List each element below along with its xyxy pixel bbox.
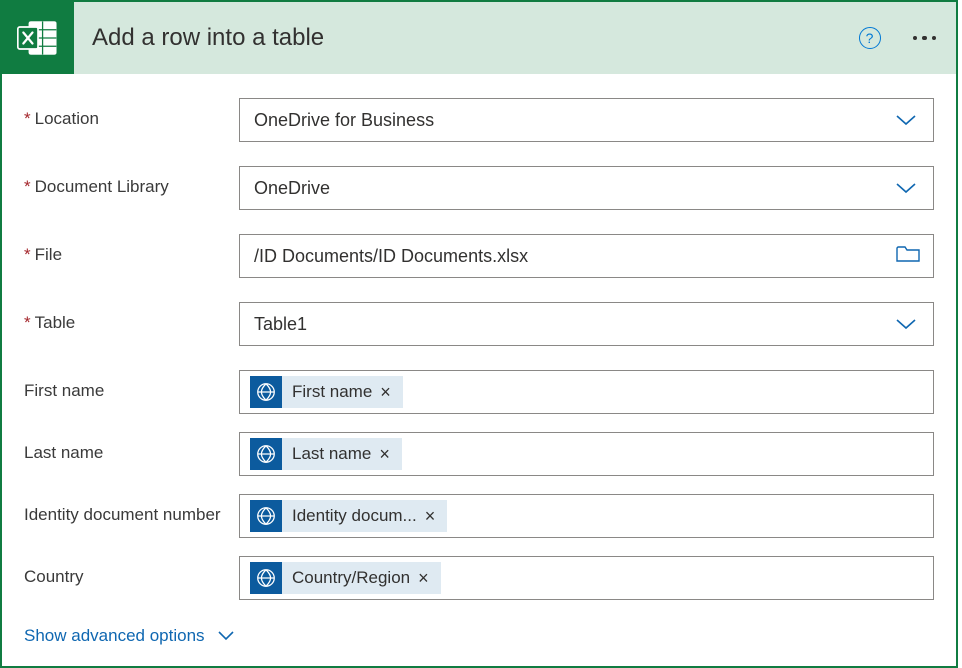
help-icon[interactable]: ? [859, 27, 881, 49]
dynamic-token: First name × [250, 376, 403, 408]
table-select[interactable]: Table1 [239, 302, 934, 346]
token-remove-icon[interactable]: × [377, 444, 392, 465]
dynamic-token: Last name × [250, 438, 402, 470]
ai-model-icon [250, 562, 282, 594]
token-remove-icon[interactable]: × [423, 506, 438, 527]
card-title: Add a row into a table [92, 24, 859, 52]
chevron-down-icon [891, 181, 921, 195]
country-input[interactable]: Country/Region × [239, 556, 934, 600]
action-card: Add a row into a table ? *Location OneDr… [0, 0, 958, 668]
table-label: *Table [24, 302, 239, 335]
first-name-label: First name [24, 370, 239, 403]
dynamic-token: Country/Region × [250, 562, 441, 594]
last-name-input[interactable]: Last name × [239, 432, 934, 476]
ai-model-icon [250, 438, 282, 470]
chevron-down-icon [217, 630, 235, 642]
show-advanced-link[interactable]: Show advanced options [24, 626, 235, 646]
ai-model-icon [250, 376, 282, 408]
chevron-down-icon [891, 317, 921, 331]
library-label: *Document Library [24, 166, 239, 199]
library-select[interactable]: OneDrive [239, 166, 934, 210]
folder-icon[interactable] [895, 244, 921, 269]
token-remove-icon[interactable]: × [378, 382, 393, 403]
ai-model-icon [250, 500, 282, 532]
dynamic-token: Identity docum... × [250, 500, 447, 532]
token-remove-icon[interactable]: × [416, 568, 431, 589]
excel-icon [2, 2, 74, 74]
location-label: *Location [24, 98, 239, 131]
country-label: Country [24, 556, 239, 589]
file-label: *File [24, 234, 239, 267]
location-select[interactable]: OneDrive for Business [239, 98, 934, 142]
card-header: Add a row into a table ? [2, 2, 956, 74]
identity-label: Identity document number [24, 494, 239, 527]
first-name-input[interactable]: First name × [239, 370, 934, 414]
last-name-label: Last name [24, 432, 239, 465]
form-body: *Location OneDrive for Business *Documen… [2, 74, 956, 666]
file-input[interactable]: /ID Documents/ID Documents.xlsx [239, 234, 934, 278]
more-icon[interactable] [909, 32, 941, 45]
chevron-down-icon [891, 113, 921, 127]
identity-input[interactable]: Identity docum... × [239, 494, 934, 538]
